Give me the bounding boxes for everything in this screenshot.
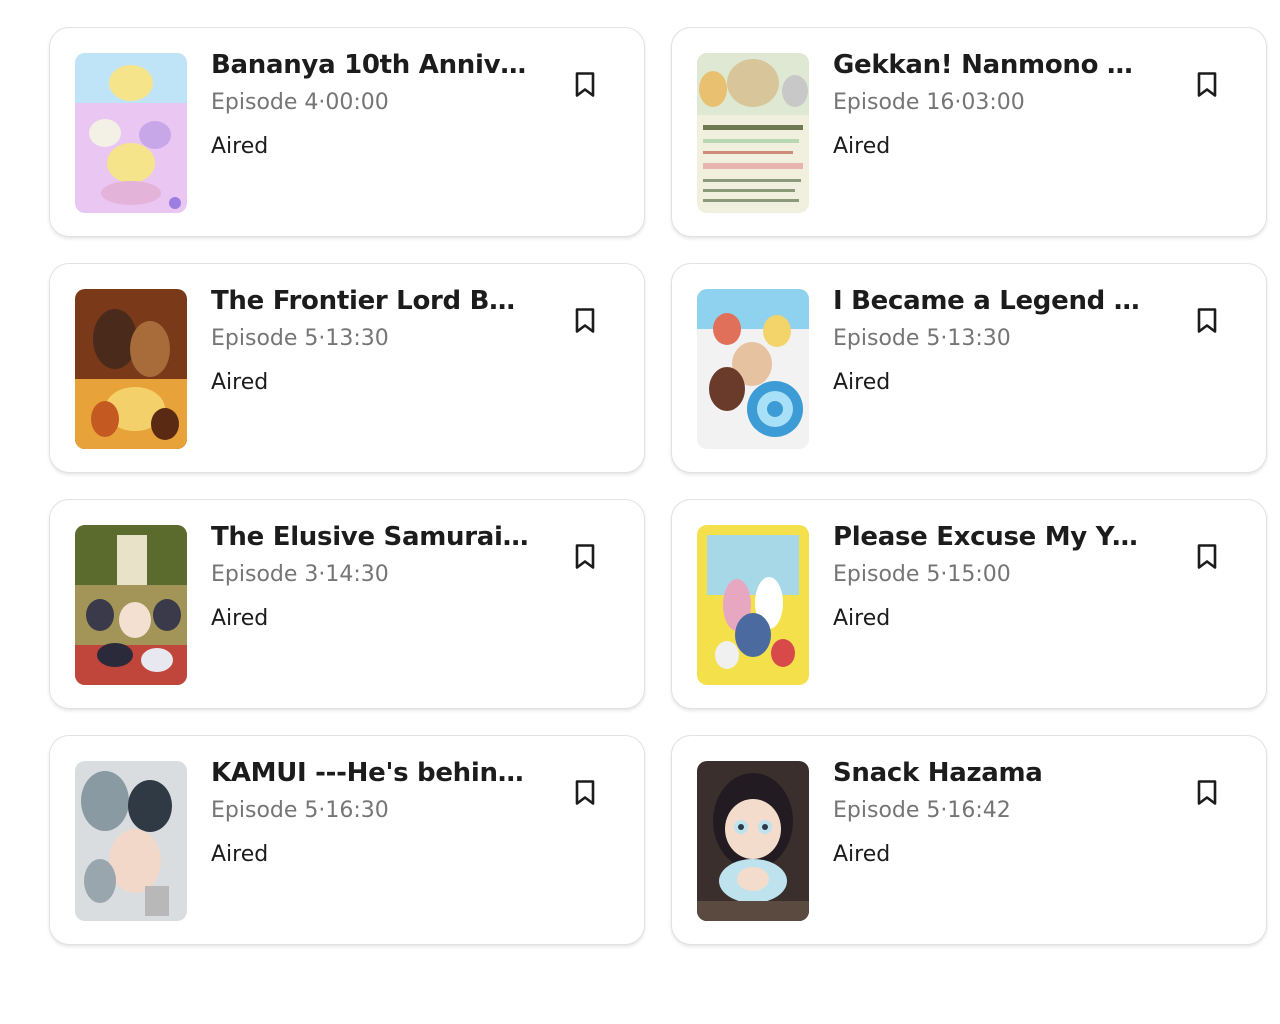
episode-title[interactable]: Snack Hazama [833,758,1153,788]
episode-status: Aired [833,842,891,867]
episode-meta: Episode 5·13:30 [833,326,1011,351]
episode-meta: Episode 5·16:42 [833,798,1011,823]
episode-title[interactable]: Please Excuse My Yo... [833,522,1153,552]
episode-number: Episode 3 [211,562,319,587]
episode-card[interactable]: The Elusive Samurai ... Episode 3·14:30 … [49,499,645,709]
episode-duration: 13:30 [947,326,1011,351]
episode-number: Episode 5 [211,326,319,351]
episode-meta: Episode 5·15:00 [833,562,1011,587]
episode-thumbnail[interactable] [697,289,809,449]
episode-duration: 16:30 [325,798,389,823]
episode-thumbnail[interactable] [75,761,187,921]
bookmark-button[interactable] [569,68,601,100]
episode-status: Aired [211,606,269,631]
bananya-poster-image [75,53,187,213]
episode-card[interactable]: Bananya 10th Annive... Episode 4·00:00 A… [49,27,645,237]
episode-card[interactable]: The Frontier Lord Be... Episode 5·13:30 … [49,263,645,473]
episode-duration: 03:00 [961,90,1025,115]
episode-meta: Episode 3·14:30 [211,562,389,587]
bookmark-icon [575,779,595,805]
episode-duration: 15:00 [947,562,1011,587]
episode-duration: 00:00 [325,90,389,115]
kamui-poster-image [75,761,187,921]
episode-duration: 16:42 [947,798,1011,823]
snack-hazama-poster-image [697,761,809,921]
episode-status: Aired [833,606,891,631]
episode-thumbnail[interactable] [75,289,187,449]
episode-title[interactable]: I Became a Legend Af... [833,286,1153,316]
episode-card[interactable]: Snack Hazama Episode 5·16:42 Aired [671,735,1267,945]
bookmark-button[interactable] [1191,776,1223,808]
episode-title[interactable]: Gekkan! Nanmono A... [833,50,1153,80]
episode-thumbnail[interactable] [697,53,809,213]
episode-thumbnail[interactable] [75,525,187,685]
bookmark-icon [1197,779,1217,805]
episode-grid: Bananya 10th Annive... Episode 4·00:00 A… [49,27,1267,945]
episode-meta: Episode 16·03:00 [833,90,1025,115]
episode-thumbnail[interactable] [697,525,809,685]
episode-status: Aired [833,370,891,395]
episode-meta: Episode 5·13:30 [211,326,389,351]
episode-status: Aired [211,370,269,395]
episode-number: Episode 5 [833,326,941,351]
bookmark-icon [575,307,595,333]
frontier-lord-poster-image [75,289,187,449]
episode-number: Episode 4 [211,90,319,115]
episode-card[interactable]: Gekkan! Nanmono A... Episode 16·03:00 Ai… [671,27,1267,237]
episode-meta: Episode 4·00:00 [211,90,389,115]
bookmark-icon [1197,71,1217,97]
episode-title[interactable]: The Elusive Samurai ... [211,522,531,552]
episode-thumbnail[interactable] [697,761,809,921]
bookmark-button[interactable] [569,776,601,808]
episode-thumbnail[interactable] [75,53,187,213]
episode-status: Aired [833,134,891,159]
episode-title[interactable]: Bananya 10th Annive... [211,50,531,80]
bookmark-icon [575,543,595,569]
episode-card[interactable]: KAMUI ---He's behind... Episode 5·16:30 … [49,735,645,945]
bookmark-button[interactable] [569,304,601,336]
episode-status: Aired [211,134,269,159]
episode-title[interactable]: The Frontier Lord Be... [211,286,531,316]
bookmark-button[interactable] [569,540,601,572]
bookmark-button[interactable] [1191,68,1223,100]
bookmark-icon [575,71,595,97]
please-excuse-poster-image [697,525,809,685]
bookmark-icon [1197,543,1217,569]
episode-duration: 14:30 [325,562,389,587]
episode-number: Episode 5 [833,562,941,587]
gekkan-nanmono-poster-image [697,53,809,213]
episode-status: Aired [211,842,269,867]
episode-number: Episode 5 [833,798,941,823]
episode-number: Episode 5 [211,798,319,823]
episode-card[interactable]: I Became a Legend Af... Episode 5·13:30 … [671,263,1267,473]
episode-meta: Episode 5·16:30 [211,798,389,823]
bookmark-button[interactable] [1191,304,1223,336]
episode-card[interactable]: Please Excuse My Yo... Episode 5·15:00 A… [671,499,1267,709]
became-a-legend-poster-image [697,289,809,449]
episode-duration: 13:30 [325,326,389,351]
elusive-samurai-poster-image [75,525,187,685]
bookmark-button[interactable] [1191,540,1223,572]
episode-number: Episode 16 [833,90,955,115]
episode-title[interactable]: KAMUI ---He's behind... [211,758,531,788]
bookmark-icon [1197,307,1217,333]
